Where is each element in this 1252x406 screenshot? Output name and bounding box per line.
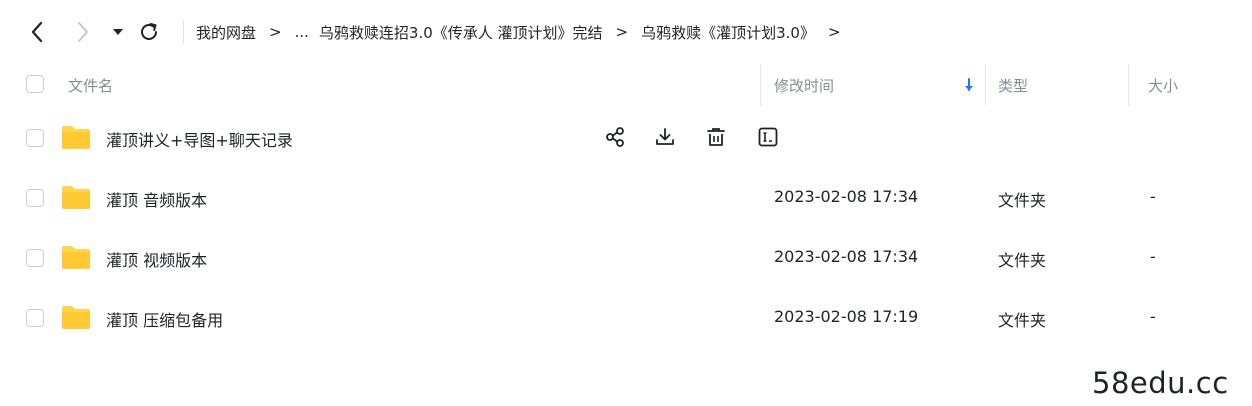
share-button[interactable] <box>600 122 630 152</box>
row-checkbox[interactable] <box>26 129 44 147</box>
breadcrumb-item-current[interactable]: 乌鸦救赎《灌顶计划3.0》 <box>641 22 815 43</box>
file-size: - <box>1150 307 1156 326</box>
rename-button[interactable] <box>753 122 783 152</box>
breadcrumb-separator: > <box>615 23 629 41</box>
file-name[interactable]: 灌顶讲义+导图+聊天记录 <box>106 127 293 151</box>
sort-button[interactable] <box>962 77 976 93</box>
caret-down-icon <box>113 29 123 35</box>
folder-icon <box>62 186 90 209</box>
chevron-left-icon <box>31 21 43 43</box>
download-button[interactable] <box>650 122 680 152</box>
watermark: 58edu.cc <box>1092 366 1229 400</box>
file-type: 文件夹 <box>998 191 1047 210</box>
file-size: - <box>1150 187 1156 206</box>
column-header-name[interactable]: 文件名 <box>68 75 113 96</box>
breadcrumb-item-root[interactable]: 我的网盘 <box>196 22 256 43</box>
file-mtime: 2023-02-08 17:34 <box>774 247 919 266</box>
file-name[interactable]: 灌顶 视频版本 <box>106 247 207 271</box>
nav-divider <box>183 20 184 44</box>
folder-icon <box>62 306 90 329</box>
refresh-button[interactable] <box>134 18 164 46</box>
file-mtime: 2023-02-08 17:19 <box>774 307 919 326</box>
breadcrumb-item-parent[interactable]: 乌鸦救赎连招3.0《传承人 灌顶计划》完结 <box>319 22 603 43</box>
row-checkbox[interactable] <box>26 189 44 207</box>
table-row[interactable]: 灌顶 视频版本 2023-02-08 17:34 文件夹 - <box>0 228 1252 288</box>
arrow-down-icon <box>965 78 973 91</box>
back-button[interactable] <box>22 18 52 46</box>
file-manager: 我的网盘 > ... 乌鸦救赎连招3.0《传承人 灌顶计划》完结 > 乌鸦救赎《… <box>0 0 1252 406</box>
table-row[interactable]: 灌顶讲义+导图+聊天记录 <box>0 108 1252 168</box>
select-all-checkbox[interactable] <box>26 75 44 93</box>
table-row[interactable]: 灌顶 音频版本 2023-02-08 17:34 文件夹 - <box>0 168 1252 228</box>
history-dropdown-button[interactable] <box>108 22 128 42</box>
row-checkbox[interactable] <box>26 249 44 267</box>
column-resize-handle[interactable] <box>985 64 986 106</box>
download-icon <box>656 128 674 145</box>
delete-button[interactable] <box>701 122 731 152</box>
share-icon <box>606 127 624 147</box>
table-header: 文件名 修改时间 类型 大小 <box>0 64 1252 106</box>
navigation-bar: 我的网盘 > ... 乌鸦救赎连招3.0《传承人 灌顶计划》完结 > 乌鸦救赎《… <box>0 0 1252 64</box>
file-name[interactable]: 灌顶 音频版本 <box>106 187 207 211</box>
refresh-icon <box>141 23 157 40</box>
folder-icon <box>62 126 90 149</box>
breadcrumb: 我的网盘 > ... 乌鸦救赎连招3.0《传承人 灌顶计划》完结 > 乌鸦救赎《… <box>196 20 854 44</box>
row-checkbox[interactable] <box>26 309 44 327</box>
column-resize-handle[interactable] <box>760 64 761 106</box>
file-size: - <box>1150 247 1156 266</box>
file-type: 文件夹 <box>998 311 1047 330</box>
forward-button[interactable] <box>68 18 98 46</box>
file-mtime: 2023-02-08 17:34 <box>774 187 919 206</box>
folder-icon <box>62 246 90 269</box>
delete-icon <box>707 128 725 146</box>
breadcrumb-ellipsis[interactable]: ... <box>295 23 309 41</box>
file-name[interactable]: 灌顶 压缩包备用 <box>106 307 223 331</box>
column-resize-handle[interactable] <box>1128 64 1129 106</box>
table-row[interactable]: 灌顶 压缩包备用 2023-02-08 17:19 文件夹 - <box>0 288 1252 348</box>
breadcrumb-separator: > <box>827 23 841 41</box>
column-header-type[interactable]: 类型 <box>998 75 1028 96</box>
column-header-size[interactable]: 大小 <box>1148 75 1178 96</box>
column-header-mtime[interactable]: 修改时间 <box>774 75 834 96</box>
file-type: 文件夹 <box>998 251 1047 270</box>
breadcrumb-separator: > <box>269 23 282 41</box>
chevron-right-icon <box>78 22 88 42</box>
rename-icon <box>758 127 778 147</box>
